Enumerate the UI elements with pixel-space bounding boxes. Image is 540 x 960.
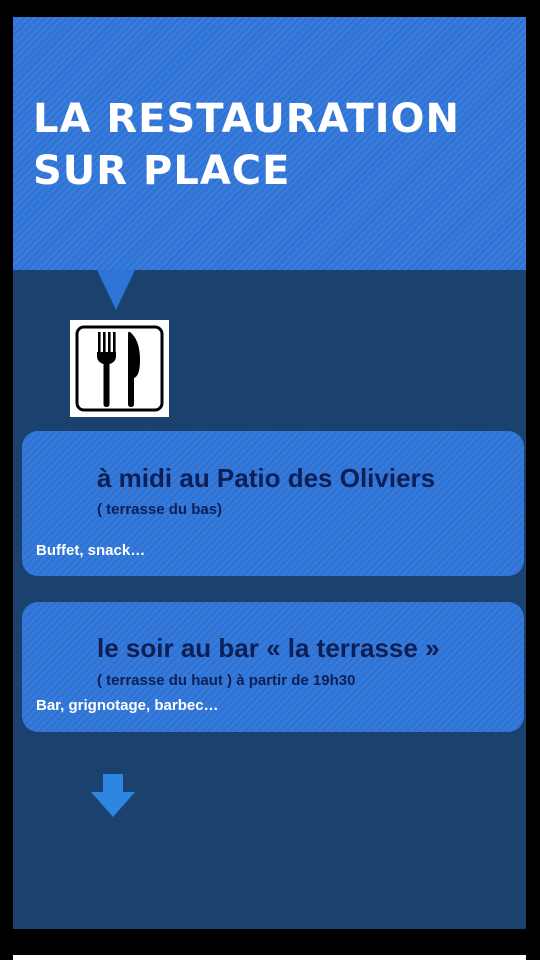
evening-card-subtitle: ( terrasse du haut ) à partir de 19h30 [97,672,356,689]
lunch-card-description: Buffet, snack… [36,542,146,559]
page-title: LA RESTAURATION SUR PLACE [33,93,460,197]
evening-card: le soir au bar « la terrasse » ( terrass… [22,602,524,732]
fork-knife-icon [70,320,169,417]
bottom-strip [13,955,526,960]
arrow-down-icon [89,772,137,825]
header-banner: LA RESTAURATION SUR PLACE [13,17,526,270]
lunch-card-title: à midi au Patio des Oliviers [97,463,436,493]
header-pointer [97,270,135,310]
evening-card-description: Bar, grignotage, barbec… [36,697,219,714]
title-line-1: LA RESTAURATION [33,96,460,142]
lunch-card: à midi au Patio des Oliviers ( terrasse … [22,431,524,576]
lunch-card-subtitle: ( terrasse du bas) [97,501,223,518]
evening-card-title: le soir au bar « la terrasse » [97,633,440,663]
title-line-2: SUR PLACE [33,148,291,194]
poster: LA RESTAURATION SUR PLACE à midi au Pati… [13,17,526,929]
